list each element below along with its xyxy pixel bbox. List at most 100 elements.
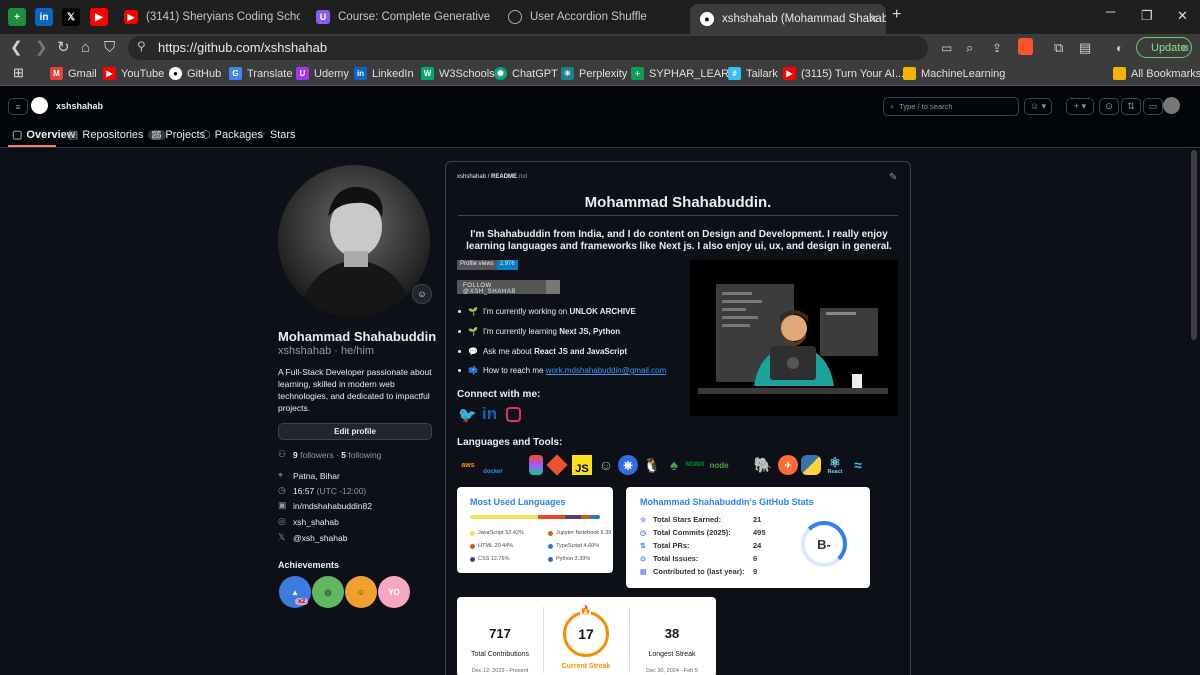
tab-overview[interactable]: ▢ Overview bbox=[12, 128, 75, 142]
browser-tab-1[interactable]: ▶ (3141) Sheryians Coding School - You bbox=[124, 6, 300, 28]
search-input[interactable]: ⌕ Type / to search bbox=[883, 97, 1019, 116]
bookmark-perplexity[interactable]: ✳ Perplexity bbox=[561, 67, 627, 80]
following-count[interactable]: 5 bbox=[341, 450, 346, 460]
minimize-icon[interactable]: ─ bbox=[1106, 4, 1115, 19]
edit-pencil-icon[interactable]: ✎ bbox=[889, 172, 897, 183]
close-tab-icon[interactable]: ✕ bbox=[868, 12, 878, 26]
pinned-sheets-tab[interactable]: + bbox=[8, 8, 26, 26]
user-avatar[interactable] bbox=[1163, 97, 1180, 114]
cast-icon[interactable]: ▭ bbox=[941, 39, 952, 57]
tab-title: (3141) Sheryians Coding School - You bbox=[146, 11, 300, 23]
bookmark-github[interactable]: ● GitHub bbox=[169, 67, 221, 80]
react-icon[interactable]: ⚛ React bbox=[824, 455, 846, 475]
tailwind-icon[interactable]: ≈ bbox=[848, 455, 868, 475]
copilot-button[interactable]: ☺ ▾ bbox=[1024, 98, 1052, 115]
github-logo-icon[interactable] bbox=[31, 97, 48, 114]
bookmark-chatgpt[interactable]: ✺ ChatGPT bbox=[494, 67, 558, 80]
browser-tab-2[interactable]: U Course: Complete Generative AI Cour bbox=[316, 6, 492, 28]
site-info-icon[interactable]: ⚲ bbox=[137, 39, 146, 53]
instagram-row[interactable]: ◎ xsh_shahab bbox=[278, 516, 339, 527]
all-bookmarks[interactable]: All Bookmarks bbox=[1113, 67, 1200, 80]
twitter-icon[interactable]: 🐦 bbox=[458, 406, 477, 424]
reload-icon[interactable]: ↻ bbox=[57, 39, 70, 57]
nodejs-icon[interactable]: node bbox=[706, 455, 732, 475]
bookmark-syphar[interactable]: + SYPHAR_LEARN bbox=[631, 67, 737, 80]
tab-projects[interactable]: ▦ Projects bbox=[151, 128, 205, 142]
x-link[interactable]: @xsh_shahab bbox=[293, 533, 347, 543]
page-scrollbar[interactable] bbox=[1191, 150, 1197, 340]
brave-icon[interactable] bbox=[1018, 38, 1033, 55]
python-icon[interactable] bbox=[801, 455, 821, 475]
linkedin-row[interactable]: ▣ in/mdshahabuddin82 bbox=[278, 500, 372, 511]
linkedin-link[interactable]: in/mdshahabuddin82 bbox=[293, 501, 372, 511]
javascript-icon[interactable]: JS bbox=[572, 455, 592, 475]
close-window-icon[interactable]: ✕ bbox=[1177, 8, 1188, 24]
kubernetes-icon[interactable]: ⎈ bbox=[618, 455, 638, 475]
browser-tab-active[interactable]: ● xshshahab (Mohammad Shahab ✕ bbox=[690, 4, 886, 34]
bookmark-turn-your-ai[interactable]: ▶ (3115) Turn Your AI... bbox=[783, 67, 904, 80]
edit-profile-button[interactable]: Edit profile bbox=[278, 423, 432, 440]
forward-icon[interactable]: ❯ bbox=[35, 39, 48, 57]
new-tab-button[interactable]: + bbox=[892, 6, 901, 24]
bookmark-linkedin[interactable]: in LinkedIn bbox=[354, 67, 414, 80]
achievement-quickdraw-badge[interactable]: ☺ bbox=[345, 576, 377, 608]
following-label[interactable]: following bbox=[348, 450, 381, 460]
update-button[interactable]: Update bbox=[1136, 37, 1192, 58]
set-status-icon[interactable]: ☺ bbox=[412, 284, 432, 304]
bookmark-machinelearning[interactable]: MachineLearning bbox=[903, 67, 1005, 80]
bookmark-gmail[interactable]: M Gmail bbox=[50, 67, 97, 80]
bookmark-icon[interactable]: ⛉ bbox=[104, 39, 115, 57]
nginx-icon[interactable]: NGINX bbox=[684, 455, 706, 475]
bookmark-youtube[interactable]: ▶ YouTube bbox=[103, 67, 164, 80]
extensions-icon[interactable]: ⧉ bbox=[1054, 39, 1063, 57]
tab-stars[interactable]: ☆ Stars bbox=[256, 128, 296, 142]
bookmark-tailark[interactable]: # Tailark bbox=[728, 67, 778, 80]
email-link[interactable]: work.mdshahabuddin@gmail.com bbox=[546, 366, 667, 375]
docker-icon[interactable]: docker bbox=[481, 455, 505, 475]
restore-icon[interactable]: ❐ bbox=[1141, 8, 1153, 24]
x-row[interactable]: 𝕏 @xsh_shahab bbox=[278, 532, 347, 543]
pinned-youtube-tab[interactable]: ▶ bbox=[90, 8, 108, 26]
pull-requests-icon[interactable]: ⇅ bbox=[1121, 98, 1141, 115]
timezone: (UTC -12:00) bbox=[316, 485, 367, 496]
figma-icon[interactable] bbox=[529, 455, 543, 475]
wallet-icon[interactable]: ▤ bbox=[1079, 39, 1091, 57]
home-icon[interactable]: ⌂ bbox=[81, 39, 90, 57]
apps-icon[interactable]: ⊞ bbox=[13, 65, 24, 81]
bookmark-translate[interactable]: G Translate bbox=[229, 67, 292, 80]
header-username[interactable]: xshshahab bbox=[56, 101, 103, 111]
issue-icon: ⊙ bbox=[640, 555, 646, 563]
followers-count[interactable]: 9 bbox=[293, 450, 298, 460]
create-new-button[interactable]: + ▾ bbox=[1066, 98, 1094, 115]
back-icon[interactable]: ❮ bbox=[10, 39, 23, 57]
followers-label[interactable]: followers · bbox=[300, 450, 339, 460]
achievement-pair-badge[interactable]: ◎ bbox=[312, 576, 344, 608]
address-bar[interactable]: ⚲ https://github.com/xshshahab bbox=[128, 36, 928, 60]
mongodb-icon[interactable]: ♠ bbox=[666, 455, 682, 475]
readme-path-user[interactable]: xshshahab bbox=[457, 174, 486, 180]
bookmark-udemy[interactable]: U Udemy bbox=[296, 67, 349, 80]
jenkins-icon[interactable]: ☺ bbox=[597, 455, 615, 475]
issues-icon[interactable]: ⊙ bbox=[1099, 98, 1119, 115]
postman-icon[interactable]: ✈ bbox=[778, 455, 798, 475]
instagram-link[interactable]: xsh_shahab bbox=[293, 517, 339, 527]
zoom-icon[interactable]: ⌕ bbox=[966, 39, 973, 57]
profile-icon[interactable]: ◐ bbox=[1116, 39, 1123, 57]
pinned-linkedin-tab[interactable]: in bbox=[35, 8, 53, 26]
url-text[interactable]: https://github.com/xshshahab bbox=[158, 40, 327, 55]
share-icon[interactable]: ⇪ bbox=[992, 39, 1002, 57]
tab-packages[interactable]: ⬡ Packages bbox=[201, 128, 263, 142]
bookmark-w3schools[interactable]: W W3Schools bbox=[421, 67, 495, 80]
inbox-icon[interactable]: ▭ bbox=[1143, 98, 1163, 115]
aws-icon[interactable]: aws bbox=[457, 455, 479, 475]
instagram-icon[interactable] bbox=[506, 407, 521, 422]
follow-badge[interactable]: FOLLOW @XSH_SHAHAB bbox=[457, 280, 560, 295]
hamburger-menu-button[interactable]: ≡ bbox=[8, 98, 28, 115]
achievement-yolo-badge[interactable]: YO bbox=[378, 576, 410, 608]
language-item: Jupyter Notebook 6.39 bbox=[548, 530, 611, 536]
postgresql-icon[interactable]: 🐘 bbox=[754, 455, 773, 475]
linux-icon[interactable]: 🐧 bbox=[643, 455, 661, 475]
pinned-x-tab[interactable]: 𝕏 bbox=[62, 8, 80, 26]
linkedin-icon[interactable]: in bbox=[482, 404, 497, 424]
browser-tab-3[interactable]: User Accordion Shuffle bbox=[508, 6, 678, 28]
